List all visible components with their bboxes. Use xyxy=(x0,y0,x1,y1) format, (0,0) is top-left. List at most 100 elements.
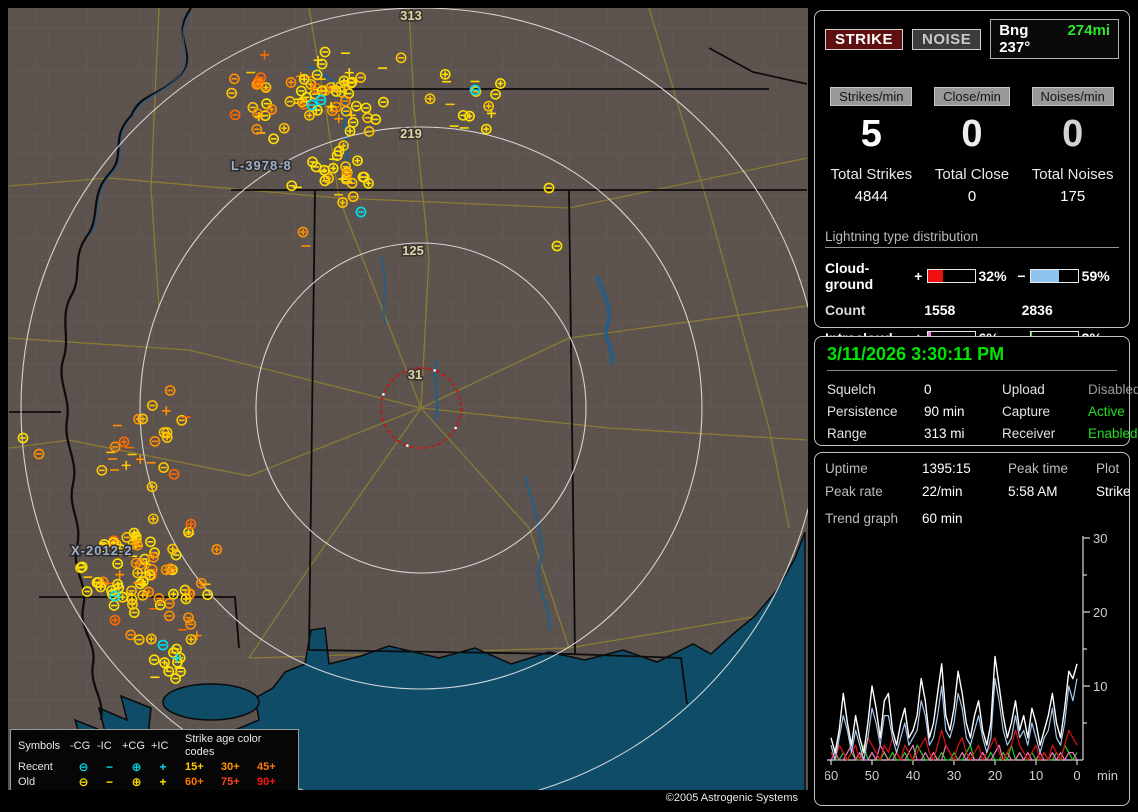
total-noises-label: Total Noises xyxy=(1031,166,1114,183)
count-label: Count xyxy=(825,302,866,318)
strikes-column: Strikes/min 5 Total Strikes 4844 xyxy=(825,87,918,205)
squelch-value: 0 xyxy=(924,382,932,397)
uptime-value: 1395:15 xyxy=(922,461,971,476)
age-30: 30+ xyxy=(221,761,240,773)
cloud-ground-counts: Count 1558 2836 xyxy=(825,302,1119,318)
svg-text:125: 125 xyxy=(402,243,424,258)
legend-row-recent-label: Recent xyxy=(18,761,53,773)
peak-rate-label: Peak rate xyxy=(825,484,883,499)
age-60: 60+ xyxy=(185,776,204,788)
cg-negative-count: 2836 xyxy=(1021,302,1053,318)
map-symbol-legend: Symbols -CG -IC +CG +IC Strike age color… xyxy=(10,729,299,794)
total-close-value: 0 xyxy=(967,188,977,205)
uptime-label: Uptime xyxy=(825,461,868,476)
svg-text:X-2012-2: X-2012-2 xyxy=(71,543,132,558)
bearing-readout: Bng 237° 274mi xyxy=(990,19,1119,59)
legend-type-neg-cg: -CG xyxy=(70,739,91,752)
legend-type-pos-cg: +CG xyxy=(122,739,145,752)
total-close-label: Total Close xyxy=(934,166,1010,183)
ic-positive-icon: + xyxy=(159,775,167,789)
age-45: 45+ xyxy=(257,761,276,773)
legend-symbols-header: Symbols xyxy=(18,739,61,752)
svg-text:60: 60 xyxy=(825,768,838,783)
receiver-status: Enabled xyxy=(1088,426,1138,441)
strikes-per-min-value: 5 xyxy=(860,113,882,155)
trend-graph-label: Trend graph xyxy=(825,511,899,526)
lightning-map[interactable]: 313 219 125 31 L-3978-8 X-2012-2 xyxy=(8,8,808,806)
svg-text:L-3978-8: L-3978-8 xyxy=(231,158,292,173)
cg-positive-count: 1558 xyxy=(924,302,956,318)
noises-per-min-badge: Noises/min xyxy=(1031,87,1114,106)
close-column: Close/min 0 Total Close 0 xyxy=(926,87,1019,205)
map-status-strip: ©2005 Astrogenic Systems xyxy=(8,790,808,806)
cg-positive-icon: ⊕ xyxy=(131,760,142,774)
trend-panel: Uptime 1395:15 Peak time Plot Peak rate … xyxy=(814,452,1131,806)
minus-sign: − xyxy=(1017,268,1026,284)
legend-age-header: Strike age color codes xyxy=(185,733,262,758)
age-90: 90+ xyxy=(257,776,276,788)
strike-mode-button[interactable]: STRIKE xyxy=(825,28,904,50)
cg-negative-icon: ⊖ xyxy=(78,760,89,774)
total-strikes-label: Total Strikes xyxy=(830,166,913,183)
persistence-value: 90 min xyxy=(924,404,965,419)
squelch-label: Squelch xyxy=(827,382,876,397)
ic-negative-icon: − xyxy=(105,775,113,789)
total-noises-value: 175 xyxy=(1060,188,1086,205)
svg-text:40: 40 xyxy=(906,768,920,783)
receiver-label: Receiver xyxy=(1002,426,1056,441)
capture-label: Capture xyxy=(1002,404,1051,419)
svg-text:10: 10 xyxy=(1029,768,1043,783)
peak-rate-value: 22/min xyxy=(922,484,963,499)
cloud-ground-label: Cloud-ground xyxy=(825,260,874,292)
legend-type-neg-ic: -IC xyxy=(97,739,112,752)
strikes-per-min-badge: Strikes/min xyxy=(830,87,913,106)
persistence-label: Persistence xyxy=(827,404,898,419)
range-value: 313 mi xyxy=(924,426,965,441)
map-panel[interactable]: 313 219 125 31 L-3978-8 X-2012-2 Symbols -CG … xyxy=(8,8,808,806)
plus-sign: + xyxy=(914,268,923,284)
cloud-ground-row: Cloud-ground + 32% − 59% xyxy=(825,260,1119,292)
peak-time-value: 5:58 AM xyxy=(1008,484,1058,499)
svg-text:30: 30 xyxy=(1093,532,1107,546)
copyright-text: ©2005 Astrogenic Systems xyxy=(665,792,798,804)
distribution-title: Lightning type distribution xyxy=(825,229,1119,248)
ic-positive-icon: + xyxy=(159,760,167,774)
status-panel: 3/11/2026 3:30:11 PM Squelch 0 Upload Di… xyxy=(814,336,1138,446)
svg-text:10: 10 xyxy=(1093,679,1107,694)
plot-label: Plot xyxy=(1096,461,1120,476)
cg-positive-icon: ⊕ xyxy=(131,775,142,789)
plot-value: Strike xyxy=(1096,484,1131,499)
age-15: 15+ xyxy=(185,761,204,773)
svg-text:313: 313 xyxy=(400,8,422,23)
svg-text:20: 20 xyxy=(1093,605,1107,620)
bearing-distance: 274mi xyxy=(1067,22,1110,39)
trend-window-value: 60 min xyxy=(922,511,963,526)
svg-text:31: 31 xyxy=(408,367,422,382)
svg-text:50: 50 xyxy=(865,768,879,783)
cg-positive-bar xyxy=(926,269,976,283)
noise-mode-button[interactable]: NOISE xyxy=(912,28,982,50)
cg-positive-pct: 32% xyxy=(978,268,1007,284)
datetime-display: 3/11/2026 3:30:11 PM xyxy=(827,344,1117,371)
bearing-value: Bng 237° xyxy=(999,22,1031,56)
peak-time-label: Peak time xyxy=(1008,461,1069,476)
total-strikes-value: 4844 xyxy=(854,188,889,205)
svg-text:min: min xyxy=(1097,768,1118,783)
svg-text:20: 20 xyxy=(988,768,1002,783)
upload-label: Upload xyxy=(1002,382,1045,397)
svg-text:0: 0 xyxy=(1073,768,1080,783)
svg-text:219: 219 xyxy=(400,126,422,141)
age-75: 75+ xyxy=(221,776,240,788)
noises-column: Noises/min 0 Total Noises 175 xyxy=(1026,87,1119,205)
legend-type-pos-ic: +IC xyxy=(151,739,169,752)
noises-per-min-value: 0 xyxy=(1062,113,1084,155)
trend-chart: 10 20 30 60 50 40 30 20 10 0 min xyxy=(824,531,1119,799)
range-label: Range xyxy=(827,426,867,441)
svg-text:30: 30 xyxy=(947,768,961,783)
close-per-min-value: 0 xyxy=(961,113,983,155)
ic-negative-icon: − xyxy=(105,760,113,774)
cg-negative-pct: 59% xyxy=(1081,268,1110,284)
lake-pontchartrain xyxy=(162,683,260,721)
cg-negative-icon: ⊖ xyxy=(78,775,89,789)
close-per-min-badge: Close/min xyxy=(934,87,1010,106)
